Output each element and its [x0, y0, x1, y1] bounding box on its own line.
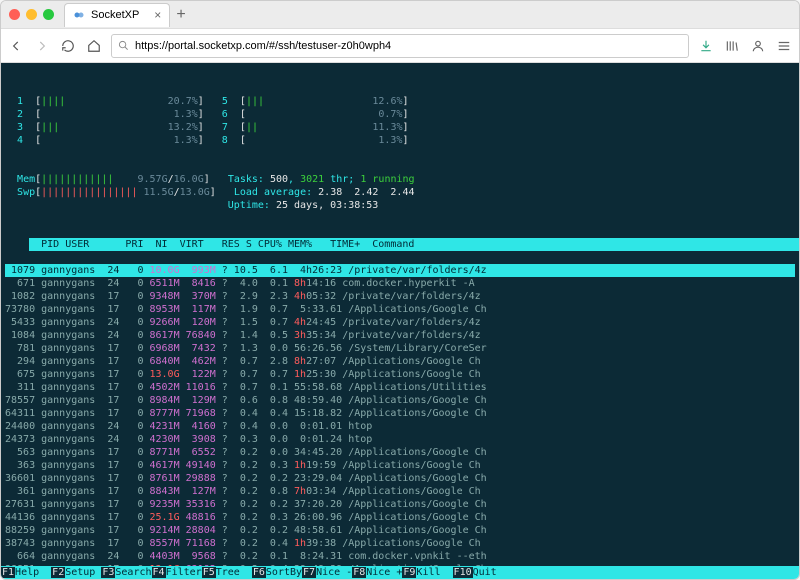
forward-icon[interactable] — [35, 39, 49, 53]
site-favicon-icon — [73, 9, 85, 21]
process-row[interactable]: 361 gannygans 17 0 8843M 127M ? 0.2 0.8 … — [5, 485, 795, 498]
close-icon[interactable] — [9, 9, 20, 20]
process-row[interactable]: 36601 gannygans 17 0 8761M 29888 ? 0.2 0… — [5, 472, 795, 485]
library-icon[interactable] — [725, 39, 739, 53]
browser-tab[interactable]: SocketXP × — [64, 3, 170, 27]
process-row[interactable]: 563 gannygans 17 0 8771M 6552 ? 0.2 0.0 … — [5, 446, 795, 459]
process-row[interactable]: 24373 gannygans 24 0 4230M 3908 ? 0.3 0.… — [5, 433, 795, 446]
process-row[interactable]: 671 gannygans 24 0 6511M 8416 ? 4.0 0.1 … — [5, 277, 795, 290]
process-row[interactable]: 38851 gannygans 17 0 13.1G 63192 ? 0.2 0… — [5, 563, 795, 566]
process-row[interactable]: 73780 gannygans 17 0 8953M 117M ? 1.9 0.… — [5, 303, 795, 316]
close-tab-icon[interactable]: × — [154, 8, 161, 22]
search-icon — [118, 40, 129, 51]
reload-icon[interactable] — [61, 39, 75, 53]
process-row[interactable]: 675 gannygans 17 0 13.0G 122M ? 0.7 0.7 … — [5, 368, 795, 381]
terminal[interactable]: 1 [|||| 20.7%] 5 [||| 12.6%] 2 [ 1.3%] 6… — [1, 63, 799, 566]
process-row[interactable]: 664 gannygans 24 0 4403M 9568 ? 0.2 0.1 … — [5, 550, 795, 563]
process-row[interactable]: 27631 gannygans 17 0 9235M 35316 ? 0.2 0… — [5, 498, 795, 511]
process-row[interactable]: 363 gannygans 17 0 4617M 49140 ? 0.2 0.3… — [5, 459, 795, 472]
download-icon[interactable] — [699, 39, 713, 53]
maximize-icon[interactable] — [43, 9, 54, 20]
url-box[interactable] — [111, 34, 689, 58]
browser-window: SocketXP × + 1 [|||| 20.7%] 5 [||| — [0, 0, 800, 580]
minimize-icon[interactable] — [26, 9, 37, 20]
process-row[interactable]: 1084 gannygans 24 0 8617M 76840 ? 1.4 0.… — [5, 329, 795, 342]
back-icon[interactable] — [9, 39, 23, 53]
function-key-bar[interactable]: F1Help F2Setup F3SearchF4FilterF5Tree F6… — [1, 566, 799, 579]
address-bar — [1, 29, 799, 63]
process-row[interactable]: 1079 gannygans 24 0 10.0G 993M ? 10.5 6.… — [5, 264, 795, 277]
process-row[interactable]: 24400 gannygans 24 0 4231M 4160 ? 0.4 0.… — [5, 420, 795, 433]
mem-meter: Mem[|||||||||||| 9.57G/16.0G] Tasks: 500… — [5, 173, 795, 212]
process-row[interactable]: 44136 gannygans 17 0 25.1G 48816 ? 0.2 0… — [5, 511, 795, 524]
window-controls — [9, 9, 54, 20]
tab-title: SocketXP — [91, 9, 139, 21]
process-row[interactable]: 311 gannygans 17 0 4502M 11016 ? 0.7 0.1… — [5, 381, 795, 394]
account-icon[interactable] — [751, 39, 765, 53]
cpu-meters: 1 [|||| 20.7%] 5 [||| 12.6%] 2 [ 1.3%] 6… — [5, 95, 795, 147]
toolbar-right — [699, 39, 791, 53]
process-row[interactable]: 781 gannygans 17 0 6968M 7432 ? 1.3 0.0 … — [5, 342, 795, 355]
process-list[interactable]: 1079 gannygans 24 0 10.0G 993M ? 10.5 6.… — [5, 264, 795, 566]
url-input[interactable] — [135, 40, 682, 52]
column-header[interactable]: PID USER PRI NI VIRT RES S CPU% MEM% TIM… — [29, 238, 799, 251]
new-tab-button[interactable]: + — [176, 6, 185, 24]
process-row[interactable]: 38743 gannygans 17 0 8557M 71168 ? 0.2 0… — [5, 537, 795, 550]
nav-controls — [9, 39, 101, 53]
process-row[interactable]: 5433 gannygans 24 0 9266M 120M ? 1.5 0.7… — [5, 316, 795, 329]
menu-icon[interactable] — [777, 39, 791, 53]
titlebar: SocketXP × + — [1, 1, 799, 29]
process-row[interactable]: 64311 gannygans 17 0 8777M 71968 ? 0.4 0… — [5, 407, 795, 420]
process-row[interactable]: 294 gannygans 17 0 6840M 462M ? 0.7 2.8 … — [5, 355, 795, 368]
process-row[interactable]: 1082 gannygans 17 0 9348M 370M ? 2.9 2.3… — [5, 290, 795, 303]
process-row[interactable]: 88259 gannygans 17 0 9214M 28804 ? 0.2 0… — [5, 524, 795, 537]
process-row[interactable]: 78557 gannygans 17 0 8984M 129M ? 0.6 0.… — [5, 394, 795, 407]
home-icon[interactable] — [87, 39, 101, 53]
